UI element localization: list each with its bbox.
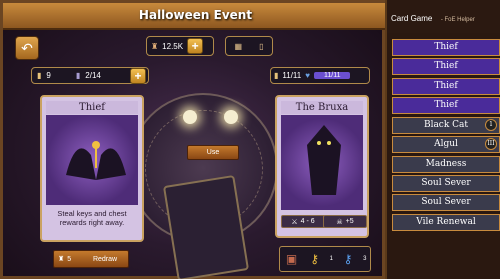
card-game-sidebar: Card Game - FoE Helper Thief Thief Thief Th… bbox=[385, 0, 500, 279]
redraw-label: Redraw bbox=[92, 255, 118, 263]
key-icon: ▮ bbox=[37, 71, 42, 80]
bonus-value: +5 bbox=[345, 218, 354, 225]
sidebar-item-vile-renewal[interactable]: Vile Renewal bbox=[392, 214, 500, 231]
reward-tray: ▣ ⚷ 1 ⚷ 3 bbox=[279, 246, 371, 272]
game-window: Halloween Event ↶ ♜ 12.5K + ▦ ▯ ▮ 9 ▮ 2/… bbox=[0, 0, 388, 279]
lantern-icon: ♜ bbox=[58, 256, 65, 263]
chest-icon: ▮ bbox=[75, 71, 81, 80]
bruxa-art bbox=[281, 115, 363, 210]
currency-panel: ♜ 12.5K + bbox=[146, 36, 214, 56]
keys-value: 9 bbox=[46, 71, 51, 80]
sidebar-item-thief[interactable]: Thief bbox=[392, 78, 500, 95]
sidebar-item-thief[interactable]: Thief bbox=[392, 39, 500, 56]
event-title: Halloween Event bbox=[138, 8, 253, 22]
thief-hands-art bbox=[46, 115, 138, 205]
left-card-name: Thief bbox=[46, 101, 138, 114]
redraw-cost: 5 bbox=[67, 255, 72, 263]
deck-icon: ▮ bbox=[274, 71, 279, 80]
view-toggle: ▦ ▯ bbox=[225, 36, 273, 56]
heart-icon: ♥ bbox=[305, 71, 310, 80]
deck-count: 11/11 bbox=[282, 71, 302, 80]
buy-keys-button[interactable]: + bbox=[130, 67, 146, 84]
sidebar-item-thief[interactable]: Thief bbox=[392, 58, 500, 75]
deck-card-back[interactable] bbox=[162, 174, 250, 279]
chests-value: 2/14 bbox=[85, 71, 101, 80]
deck-bar: 11/11 bbox=[314, 72, 351, 79]
grid-view-icon[interactable]: ▦ bbox=[235, 42, 243, 51]
attack-stat: ⚔ 4 - 6 bbox=[281, 215, 325, 228]
resources-panel: ▮ 9 ▮ 2/14 + bbox=[31, 67, 149, 84]
currency-value: 12.5K bbox=[162, 41, 184, 51]
attack-range: 4 - 6 bbox=[300, 218, 315, 225]
sword-icon: ⚔ bbox=[291, 218, 298, 226]
sidebar-item-soul-sever[interactable]: Soul Sever bbox=[392, 194, 500, 211]
event-title-bar: Halloween Event bbox=[3, 3, 388, 30]
sidebar-title: Card Game bbox=[391, 14, 433, 23]
sidebar-item-madness[interactable]: Madness bbox=[392, 156, 500, 173]
candle-right bbox=[224, 110, 238, 124]
sidebar-subtitle: - FoE Helper bbox=[440, 17, 475, 23]
right-card[interactable]: The Bruxa ⚔ 4 - 6 ☠ +5 bbox=[275, 95, 369, 238]
back-button[interactable]: ↶ bbox=[15, 36, 39, 60]
card-view-icon[interactable]: ▯ bbox=[259, 42, 263, 51]
redraw-button[interactable]: ♜ 5 Redraw bbox=[53, 250, 129, 268]
key-reward-icon: ⚷ bbox=[310, 252, 319, 266]
skull-icon: ☠ bbox=[336, 218, 343, 226]
key-blue-icon: ⚷ bbox=[343, 252, 353, 266]
reward2-count: 3 bbox=[363, 256, 367, 262]
item-badge: III bbox=[485, 138, 497, 150]
bonus-stat: ☠ +5 bbox=[323, 215, 367, 228]
sidebar-item-thief[interactable]: Thief bbox=[392, 97, 500, 114]
sidebar-item-black-cat[interactable]: Black Cat 1 bbox=[392, 117, 500, 134]
candle-left bbox=[183, 110, 197, 124]
use-button[interactable]: Use bbox=[187, 145, 239, 160]
buy-currency-button[interactable]: + bbox=[187, 38, 204, 54]
back-arrow-icon: ↶ bbox=[21, 39, 33, 56]
item-badge: 1 bbox=[485, 119, 497, 131]
lantern-icon: ♜ bbox=[151, 41, 159, 51]
left-card-description: Steal keys and chest rewards right away. bbox=[57, 209, 127, 227]
sidebar-item-soul-sever[interactable]: Soul Sever bbox=[392, 175, 500, 192]
sidebar-item-algul[interactable]: Algul III bbox=[392, 136, 500, 153]
reward1-count: 1 bbox=[329, 256, 333, 262]
right-card-name: The Bruxa bbox=[281, 101, 363, 114]
deck-panel: ▮ 11/11 ♥ 11/11 bbox=[270, 67, 370, 84]
left-card[interactable]: Thief Steal keys and chest rewards right… bbox=[40, 95, 144, 242]
chest-icon[interactable]: ▣ bbox=[284, 251, 300, 267]
sidebar-header: Card Game - FoE Helper bbox=[387, 0, 500, 33]
